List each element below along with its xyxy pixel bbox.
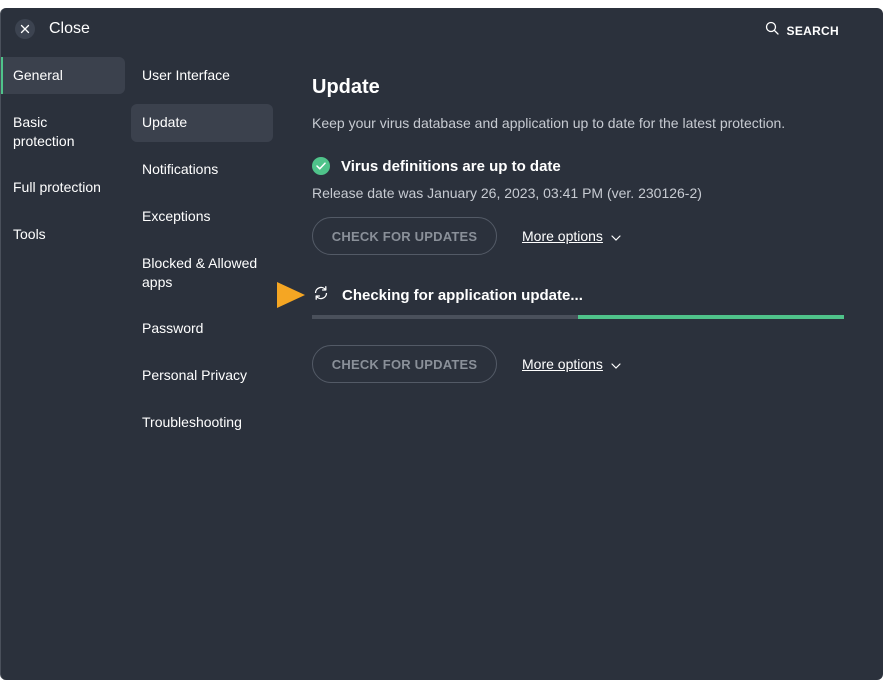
nav-item-basic-protection[interactable]: Basic protection	[1, 104, 111, 160]
refresh-icon	[312, 285, 330, 306]
check-for-updates-button[interactable]: CHECK FOR UPDATES	[312, 345, 497, 383]
nav-item-label: Troubleshooting	[142, 414, 242, 430]
nav-item-label: Notifications	[142, 161, 219, 177]
nav-item-general[interactable]: General	[1, 57, 125, 94]
nav-item-label: Blocked & Allowed apps	[142, 255, 258, 290]
secondary-nav: User Interface Update Notifications Exce…	[131, 57, 273, 441]
nav-item-notifications[interactable]: Notifications	[131, 151, 273, 188]
primary-nav: General Basic protection Full protection…	[1, 57, 125, 253]
virus-update-actions: CHECK FOR UPDATES More options	[312, 217, 621, 255]
chevron-down-icon[interactable]	[611, 228, 621, 244]
page-title: Update	[312, 76, 380, 98]
nav-item-update[interactable]: Update	[131, 104, 273, 142]
app-update-progress-fill	[578, 315, 844, 319]
search-button[interactable]: SEARCH	[765, 21, 839, 40]
nav-item-label: Basic protection	[13, 114, 75, 149]
nav-item-user-interface[interactable]: User Interface	[131, 57, 273, 94]
virus-status-text: Virus definitions are up to date	[341, 157, 561, 175]
check-circle-icon	[312, 157, 330, 175]
app-update-progress-bar	[312, 315, 844, 319]
nav-item-label: Personal Privacy	[142, 367, 248, 383]
close-label[interactable]: Close	[49, 20, 90, 38]
settings-window: Close SEARCH General Basic protection Fu…	[0, 8, 883, 680]
close-icon[interactable]	[15, 19, 35, 39]
release-info: Release date was January 26, 2023, 03:41…	[312, 185, 702, 201]
close-button[interactable]: Close	[15, 19, 90, 39]
orange-arrow-marker	[275, 280, 307, 315]
nav-item-exceptions[interactable]: Exceptions	[131, 198, 273, 235]
more-options-link[interactable]: More options	[522, 356, 621, 372]
check-for-updates-button[interactable]: CHECK FOR UPDATES	[312, 217, 497, 255]
nav-item-blocked-allowed-apps[interactable]: Blocked & Allowed apps	[131, 245, 273, 301]
app-update-actions: CHECK FOR UPDATES More options	[312, 345, 621, 383]
nav-item-tools[interactable]: Tools	[1, 216, 125, 253]
more-options-label[interactable]: More options	[522, 228, 603, 244]
app-update-status-row: Checking for application update...	[312, 285, 583, 306]
nav-item-label: Password	[142, 320, 204, 336]
nav-item-label: User Interface	[142, 67, 230, 83]
nav-item-label: Full protection	[13, 179, 101, 195]
nav-item-troubleshooting[interactable]: Troubleshooting	[131, 404, 273, 441]
nav-item-label: Exceptions	[142, 208, 211, 224]
more-options-link[interactable]: More options	[522, 228, 621, 244]
search-icon[interactable]	[765, 21, 779, 40]
nav-item-label: Tools	[13, 226, 46, 242]
chevron-down-icon[interactable]	[611, 356, 621, 372]
nav-item-full-protection[interactable]: Full protection	[1, 169, 125, 206]
nav-item-label: General	[13, 67, 63, 83]
page-description: Keep your virus database and application…	[312, 115, 786, 131]
nav-item-password[interactable]: Password	[131, 310, 273, 347]
app-update-status-text: Checking for application update...	[342, 287, 583, 304]
more-options-label[interactable]: More options	[522, 356, 603, 372]
virus-status-row: Virus definitions are up to date	[312, 157, 561, 175]
nav-item-personal-privacy[interactable]: Personal Privacy	[131, 357, 273, 394]
nav-item-label: Update	[142, 114, 188, 130]
search-label[interactable]: SEARCH	[787, 24, 839, 38]
